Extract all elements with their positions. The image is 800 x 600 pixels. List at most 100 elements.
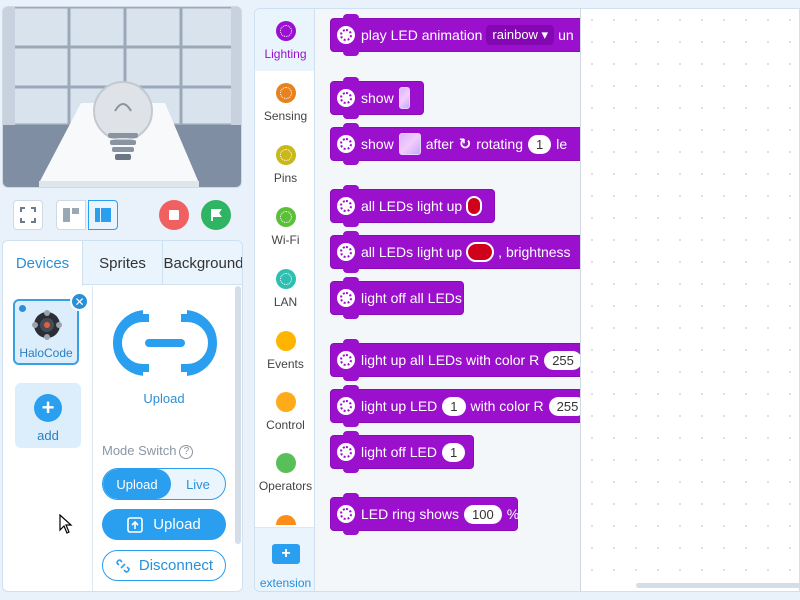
lighting-block-icon xyxy=(337,197,355,215)
disconnect-button-label: Disconnect xyxy=(138,557,214,574)
category-label: LAN xyxy=(273,295,298,309)
small-stage-icon[interactable] xyxy=(56,200,86,230)
led-index-input[interactable]: 1 xyxy=(442,396,466,416)
plus-icon: + xyxy=(34,394,62,422)
stage-controls xyxy=(0,192,244,236)
category-label: Sensing xyxy=(263,109,308,123)
block-text-tail: un xyxy=(558,27,574,43)
mode-live-option[interactable]: Live xyxy=(171,469,225,499)
lighting-block-icon xyxy=(337,505,355,523)
green-flag-icon[interactable] xyxy=(201,200,231,230)
workspace-scrollbar[interactable] xyxy=(636,583,800,588)
large-stage-icon[interactable] xyxy=(88,200,118,230)
link-icon[interactable] xyxy=(113,310,217,376)
lighting-block-icon xyxy=(337,26,355,44)
mode-upload-option[interactable]: Upload xyxy=(103,469,171,499)
block-text: all LEDs light up xyxy=(361,244,463,260)
extension-label: extension xyxy=(259,576,312,590)
percent-input[interactable]: 100 xyxy=(464,504,502,524)
block-show-after-rotating[interactable]: show after ↻ rotating 1 le xyxy=(330,123,580,165)
led-pattern-swatch[interactable] xyxy=(398,133,421,155)
animation-dropdown[interactable]: rainbow ▾ xyxy=(486,25,555,45)
color-picker[interactable] xyxy=(466,242,495,262)
block-light-up-led-color[interactable]: light up LED 1 with color R 255 xyxy=(330,385,580,427)
mouse-cursor-icon xyxy=(59,514,73,534)
mode-toggle[interactable]: Upload Live xyxy=(102,468,226,500)
unlink-icon xyxy=(116,558,130,573)
upload-icon xyxy=(127,516,144,533)
panel-scrollbar[interactable] xyxy=(235,286,241,544)
category-label: Wi-Fi xyxy=(271,233,300,247)
block-led-ring-shows[interactable]: LED ring shows 100 % xyxy=(330,493,520,535)
control-icon xyxy=(276,392,296,412)
disconnect-button[interactable]: Disconnect xyxy=(102,550,226,581)
tab-background[interactable]: Background xyxy=(163,241,242,285)
block-text-tail: % xyxy=(506,506,520,522)
category-pins[interactable]: Pins xyxy=(255,133,314,195)
operators-icon xyxy=(276,453,296,473)
close-icon[interactable]: ✕ xyxy=(70,292,89,311)
category-operators[interactable]: Operators xyxy=(255,441,314,503)
add-device-button[interactable]: + add xyxy=(15,383,81,448)
upload-link-label[interactable]: Upload xyxy=(94,391,234,406)
category-lighting[interactable]: Lighting xyxy=(255,9,314,71)
category-events[interactable]: Events xyxy=(255,319,314,381)
red-value-input[interactable]: 255 xyxy=(548,396,580,416)
block-text: play LED animation xyxy=(361,27,483,43)
add-label: add xyxy=(37,428,59,443)
upload-button[interactable]: Upload xyxy=(102,509,226,540)
category-label: Lighting xyxy=(264,47,307,61)
stop-icon[interactable] xyxy=(159,200,189,230)
mode-switch-label: Mode Switch? xyxy=(102,443,194,459)
block-show[interactable]: show xyxy=(330,77,424,119)
upload-section: Upload Mode Switch? Upload Live Upload D… xyxy=(94,286,234,591)
block-light-off-led[interactable]: light off LED 1 xyxy=(330,431,474,473)
upload-button-label: Upload xyxy=(153,516,201,533)
block-text: show xyxy=(361,136,394,152)
fullscreen-icon[interactable] xyxy=(13,200,43,230)
device-connected-dot xyxy=(19,305,26,312)
tab-sprites[interactable]: Sprites xyxy=(83,241,163,285)
block-text: LED ring shows xyxy=(361,506,460,522)
wifi-icon xyxy=(276,207,296,227)
extension-button[interactable]: + extension xyxy=(255,527,314,591)
tab-devices[interactable]: Devices xyxy=(3,241,83,286)
block-text-tail: , brightness xyxy=(498,244,571,260)
events-icon xyxy=(276,331,296,351)
led-pattern-swatch[interactable] xyxy=(398,87,410,109)
category-lan[interactable]: LAN xyxy=(255,257,314,319)
script-workspace[interactable] xyxy=(580,8,800,592)
block-palette: play LED animation rainbow ▾ un show sho… xyxy=(315,8,580,592)
lighting-block-icon xyxy=(337,135,355,153)
help-icon[interactable]: ? xyxy=(179,444,194,459)
block-all-leds-light-up-brightness[interactable]: all LEDs light up , brightness xyxy=(330,231,580,273)
block-text: show xyxy=(361,90,394,106)
block-play-led-animation[interactable]: play LED animation rainbow ▾ un xyxy=(330,14,580,56)
category-wifi[interactable]: Wi-Fi xyxy=(255,195,314,257)
block-text-tail: le xyxy=(556,136,568,152)
category-label: Events xyxy=(267,357,304,371)
block-text: light up all LEDs with color R xyxy=(361,352,540,368)
category-sensing[interactable]: Sensing xyxy=(255,71,314,133)
panel-tabs: Devices Sprites Background xyxy=(3,241,242,286)
block-text-after: after xyxy=(425,136,454,152)
category-control[interactable]: Control xyxy=(255,380,314,442)
red-value-input[interactable]: 255 xyxy=(544,350,580,370)
block-light-up-all-leds-color[interactable]: light up all LEDs with color R 255 xyxy=(330,339,580,381)
block-text: light up LED xyxy=(361,398,438,414)
lighting-icon xyxy=(276,21,296,41)
lighting-block-icon xyxy=(337,443,355,461)
block-text-rotating: rotating xyxy=(476,136,523,152)
pins-icon xyxy=(276,145,296,165)
lighting-block-icon xyxy=(337,397,355,415)
block-all-leds-light-up[interactable]: all LEDs light up xyxy=(330,185,495,227)
category-label: Control xyxy=(266,418,305,432)
block-light-off-all-leds[interactable]: light off all LEDs xyxy=(330,277,464,319)
led-index-input[interactable]: 1 xyxy=(442,442,466,462)
rotate-value-input[interactable]: 1 xyxy=(527,134,552,154)
next-category-icon xyxy=(276,515,296,525)
device-card-halocode[interactable]: HaloCode ✕ xyxy=(13,292,89,365)
block-text: light off all LEDs xyxy=(361,290,462,306)
color-picker[interactable] xyxy=(466,196,482,216)
stage[interactable] xyxy=(2,6,242,188)
